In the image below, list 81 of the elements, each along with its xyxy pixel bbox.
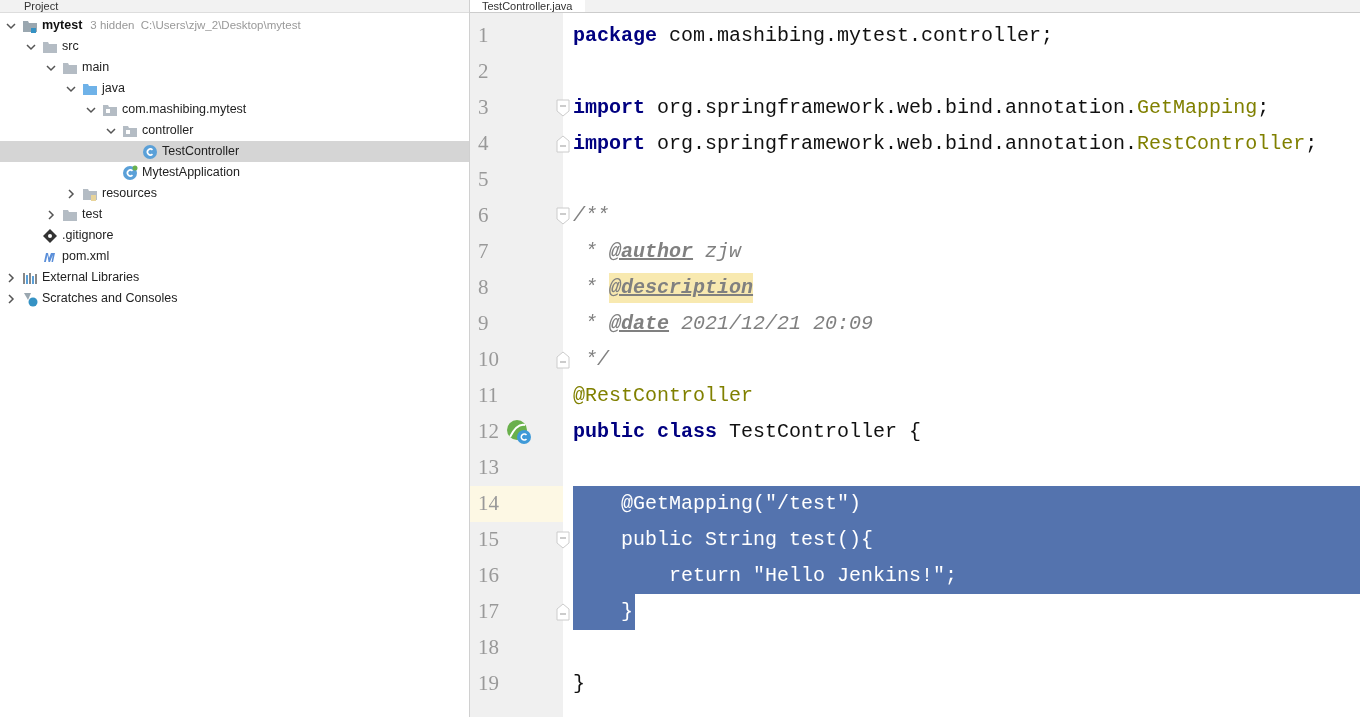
line-number: 14 [477, 490, 500, 518]
tree-item[interactable]: controller [0, 120, 469, 141]
chevron-right-icon[interactable] [46, 209, 56, 220]
tree-item-label: java [102, 80, 125, 98]
code-line: @RestController [573, 383, 755, 409]
tree-item-label: MytestApplication [142, 164, 240, 182]
chevron-down-icon[interactable] [46, 62, 56, 73]
line-number: 5 [477, 166, 490, 194]
tree-item-label: pom.xml [62, 248, 110, 266]
line-number: 16 [477, 562, 500, 590]
line-number: 8 [477, 274, 490, 302]
chevron-down-icon[interactable] [26, 41, 36, 52]
line-number: 3 [477, 94, 490, 122]
tree-item-label: Scratches and Consoles [42, 290, 178, 308]
tree-item-label: src [62, 38, 79, 56]
fold-marker-icon[interactable] [556, 351, 570, 369]
line-number: 4 [477, 130, 490, 158]
fold-marker-icon[interactable] [556, 135, 570, 153]
code-line: import org.springframework.web.bind.annotation.RestController; [573, 131, 1319, 157]
chevron-right-icon[interactable] [66, 188, 76, 199]
chevron-right-icon[interactable] [6, 272, 16, 283]
code-line: import org.springframework.web.bind.annotation.GetMapping; [573, 95, 1271, 121]
tree-item[interactable]: mytest 3 hidden C:\Users\zjw_2\Desktop\mytest [0, 15, 469, 36]
tree-item-label: TestController [162, 143, 240, 161]
tree-item[interactable]: External Libraries [0, 267, 469, 288]
chevron-right-icon[interactable] [6, 293, 16, 304]
line-number: 15 [477, 526, 500, 554]
line-number: 7 [477, 238, 490, 266]
tree-item[interactable]: MytestApplication [0, 162, 469, 183]
line-number: 9 [477, 310, 490, 338]
chevron-down-icon[interactable] [6, 20, 16, 31]
line-number: 19 [477, 670, 500, 698]
fold-marker-icon[interactable] [556, 603, 570, 621]
line-number: 11 [477, 382, 500, 410]
line-number: 6 [477, 202, 490, 230]
tree-item-label: controller [142, 122, 194, 140]
tree-item[interactable]: Scratches and Consoles [0, 288, 469, 309]
code-line: package com.mashibing.mytest.controller; [573, 23, 1055, 49]
chevron-down-icon[interactable] [106, 125, 116, 136]
tree-item-label: main [82, 59, 110, 77]
tree-item[interactable]: .gitignore [0, 225, 469, 246]
diamond-icon [42, 227, 58, 244]
tree-item[interactable]: com.mashibing.mytest [0, 99, 469, 120]
line-number: 18 [477, 634, 500, 662]
code-line: */ [584, 347, 611, 373]
tree-item[interactable]: resources [0, 183, 469, 204]
fold-marker-icon[interactable] [556, 531, 570, 549]
code-line: * @author zjw [584, 239, 743, 265]
tree-item[interactable]: src [0, 36, 469, 57]
tree-item-label: mytest [42, 17, 83, 35]
code-line: * @date 2021/12/21 20:09 [584, 311, 875, 337]
line-number: 13 [477, 454, 500, 482]
scratches-icon [22, 290, 38, 307]
chevron-down-icon[interactable] [66, 83, 76, 94]
tree-item[interactable]: TestController [0, 141, 469, 162]
fold-marker-icon[interactable] [556, 99, 570, 117]
editor-tab[interactable]: TestController.java [470, 0, 585, 12]
tree-item[interactable]: test [0, 204, 469, 225]
chevron-down-icon[interactable] [86, 104, 96, 115]
tree-item[interactable]: main [0, 57, 469, 78]
tree-item[interactable]: java [0, 78, 469, 99]
line-number: 17 [477, 598, 500, 626]
code-line: } [573, 671, 586, 697]
tree-item-label: .gitignore [62, 227, 114, 245]
line-number: 1 [477, 22, 490, 50]
tree-item[interactable]: pom.xml [0, 246, 469, 267]
class-icon [142, 143, 158, 160]
panel-title[interactable]: Project [24, 1, 59, 12]
tree-item-label: com.mashibing.mytest [122, 101, 247, 119]
line-number: 10 [477, 346, 500, 374]
tree-item-label: resources [102, 185, 157, 203]
line-number: 2 [477, 58, 490, 86]
code-line: public class TestController { [573, 419, 923, 445]
spring-class-icon[interactable] [506, 419, 532, 445]
tree-item-label: test [82, 206, 103, 224]
tree-item-hint: 3 hidden C:\Users\zjw_2\Desktop\mytest [90, 17, 301, 33]
line-number: 12 [477, 418, 500, 446]
tree-item-label: External Libraries [42, 269, 140, 287]
spring-class-icon [122, 164, 138, 181]
fold-marker-icon[interactable] [556, 207, 570, 225]
code-line: /** [573, 203, 610, 229]
